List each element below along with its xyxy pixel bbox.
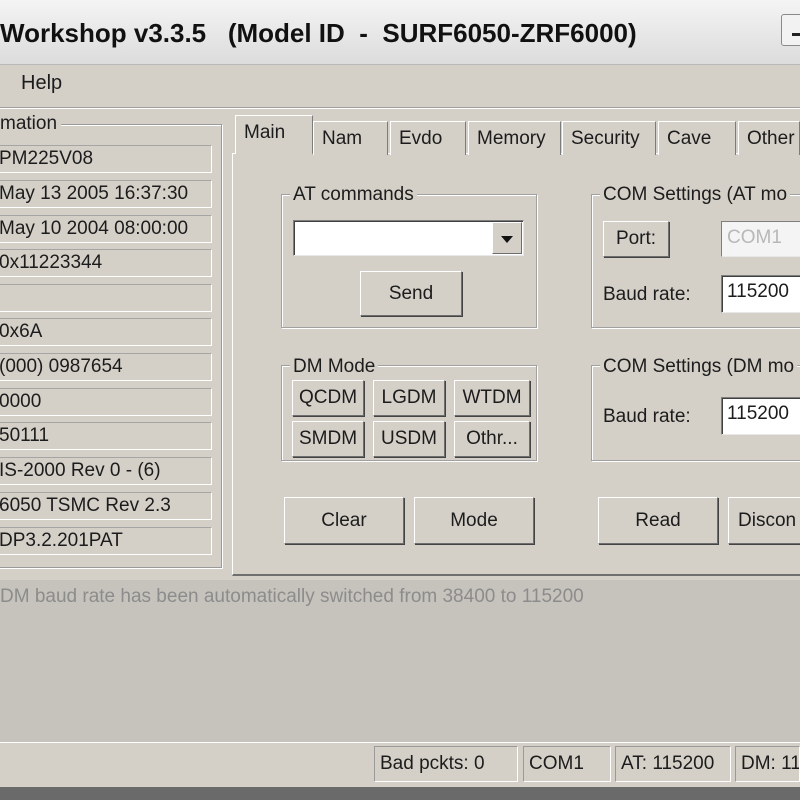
wtdm-button[interactable]: WTDM [454, 380, 530, 416]
minimize-icon [792, 33, 800, 36]
tab-security[interactable]: Security [562, 121, 656, 155]
info-field-11: 6050 TSMC Rev 2.3 [0, 492, 212, 520]
status-at-baud: AT: 115200 [615, 746, 731, 782]
status-message: DM baud rate has been automatically swit… [0, 586, 584, 607]
menu-separator [0, 107, 800, 109]
bottom-edge [0, 787, 800, 800]
status-bad-packets: Bad pckts: 0 [374, 746, 518, 782]
info-field-1: PM225V08 [0, 145, 212, 173]
lgdm-button[interactable]: LGDM [373, 380, 445, 416]
chevron-down-icon [501, 236, 513, 243]
tab-cave[interactable]: Cave [658, 121, 736, 155]
status-port: COM1 [523, 746, 611, 782]
menu-item-partial[interactable] [0, 72, 2, 94]
com-settings-at-label: COM Settings (AT mo [600, 184, 791, 206]
com-settings-dm-label: COM Settings (DM mo [600, 356, 798, 378]
info-field-3: May 10 2004 08:00:00 [0, 215, 212, 243]
at-commands-label: AT commands [290, 184, 417, 206]
info-field-10: IS-2000 Rev 0 - (6) [0, 457, 212, 485]
other-dm-button[interactable]: Othr... [454, 421, 530, 457]
dm-baud-input[interactable]: 115200 [721, 397, 800, 435]
mode-button[interactable]: Mode [414, 497, 534, 544]
read-button[interactable]: Read [598, 497, 718, 544]
info-field-2: May 13 2005 16:37:30 [0, 180, 212, 208]
dm-baud-label: Baud rate: [603, 406, 691, 427]
disconnect-button[interactable]: Discon [728, 497, 800, 544]
menu-bar [0, 66, 800, 106]
tab-memory[interactable]: Memory [468, 121, 561, 155]
at-command-input[interactable] [293, 220, 524, 256]
info-field-9: 50111 [0, 422, 212, 450]
info-field-4: 0x11223344 [0, 249, 212, 277]
info-field-6: 0x6A [0, 318, 212, 346]
qcdm-button[interactable]: QCDM [292, 380, 364, 416]
send-button[interactable]: Send [360, 271, 462, 316]
info-group-label: mation [0, 113, 62, 135]
tab-main[interactable]: Main [235, 115, 313, 155]
tab-evdo[interactable]: Evdo [390, 121, 466, 155]
port-button[interactable]: Port: [603, 221, 669, 257]
window-title: Workshop v3.3.5 (Model ID - SURF6050-ZRF… [0, 18, 637, 48]
tab-other[interactable]: Other [738, 121, 800, 155]
clear-button[interactable]: Clear [284, 497, 404, 544]
at-baud-input[interactable]: 115200 [721, 275, 800, 313]
menu-item-help[interactable]: Help [21, 72, 62, 95]
info-field-12: DP3.2.201PAT [0, 527, 212, 555]
usdm-button[interactable]: USDM [373, 421, 445, 457]
dm-mode-label: DM Mode [290, 356, 379, 378]
port-field: COM1 [721, 221, 800, 257]
at-command-dropdown-button[interactable] [492, 222, 522, 254]
minimize-button[interactable] [781, 14, 800, 46]
info-field-7: (000) 0987654 [0, 353, 212, 381]
tab-nam[interactable]: Nam [313, 121, 388, 155]
status-dm-baud: DM: 11 [735, 746, 800, 782]
smdm-button[interactable]: SMDM [292, 421, 364, 457]
info-field-5 [0, 284, 212, 312]
info-field-8: 0000 [0, 388, 212, 416]
at-baud-label: Baud rate: [603, 284, 691, 305]
